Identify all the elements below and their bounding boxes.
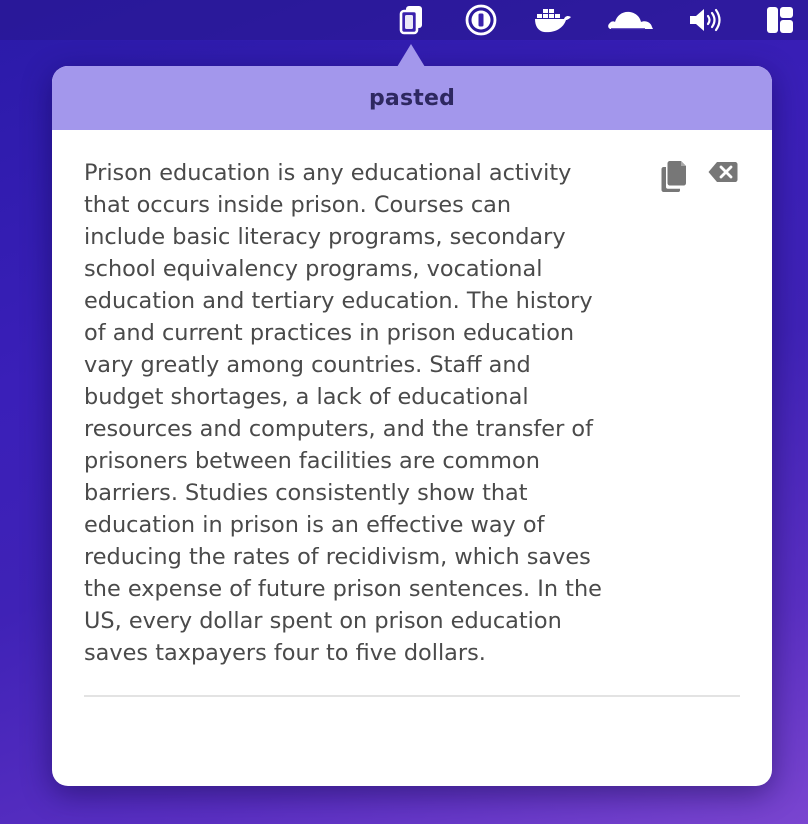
clipboard-entry-text[interactable]: Prison education is any educational acti… <box>84 157 644 669</box>
copy-icon[interactable] <box>655 157 693 195</box>
1password-icon[interactable] <box>462 0 500 40</box>
layout-icon[interactable] <box>764 0 796 40</box>
popover-header: pasted <box>52 66 772 130</box>
volume-icon[interactable] <box>686 0 726 40</box>
clipboard-icon[interactable] <box>394 0 430 40</box>
delete-icon[interactable] <box>704 157 742 187</box>
cloudflare-icon[interactable] <box>603 0 657 40</box>
popover-arrow <box>397 44 425 67</box>
clipboard-popover: pasted Prison education is any education… <box>52 66 772 786</box>
entry-divider <box>84 695 740 697</box>
docker-icon[interactable] <box>530 0 576 40</box>
popover-title: pasted <box>368 85 456 111</box>
menu-bar <box>0 0 808 40</box>
